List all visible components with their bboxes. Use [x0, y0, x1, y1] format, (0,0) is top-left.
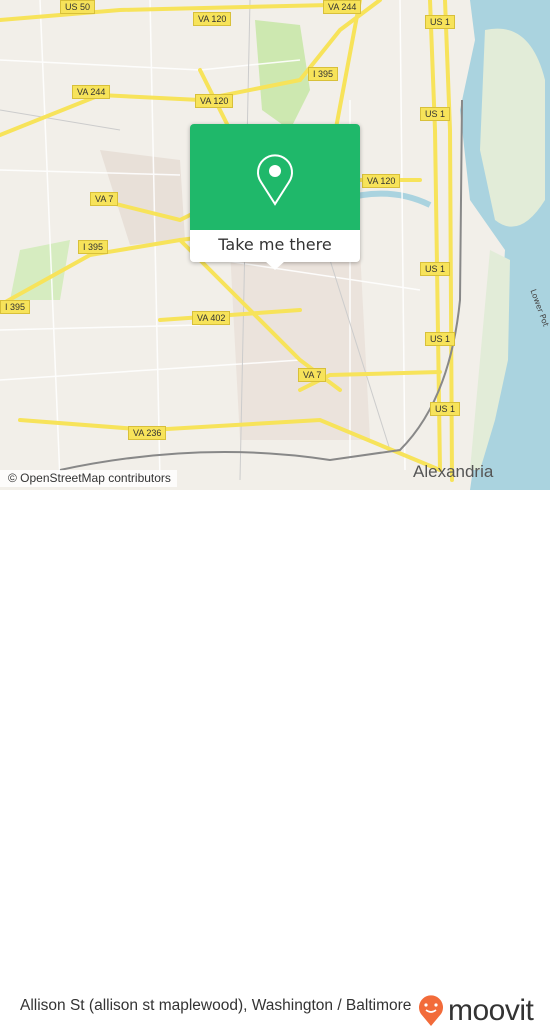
map-attribution[interactable]: © OpenStreetMap contributors: [0, 470, 177, 487]
route-shield: I 395: [0, 300, 31, 314]
route-shield: VA 244: [323, 0, 362, 14]
route-shield: VA 120: [362, 174, 401, 188]
map-pin-icon: [257, 154, 293, 206]
location-popup: Take me there: [190, 124, 360, 270]
place-name: Allison St (allison st maplewood), Washi…: [20, 997, 412, 1014]
route-shield: VA 7: [90, 192, 119, 206]
footer: Allison St (allison st maplewood), Washi…: [0, 490, 550, 1026]
route-shield: VA 120: [193, 12, 232, 26]
map[interactable]: US 50 VA 120 VA 244 US 1 VA 244 VA 120 I…: [0, 0, 550, 490]
route-shield: US 1: [425, 332, 456, 346]
route-shield: VA 7: [298, 368, 327, 382]
brand-name: moovit: [448, 994, 534, 1027]
popup-tail: [265, 261, 285, 270]
moovit-logo: moovit: [418, 994, 534, 1027]
route-shield: VA 120: [195, 94, 234, 108]
route-shield: US 1: [425, 15, 456, 29]
route-shield: US 1: [420, 107, 451, 121]
route-shield: VA 236: [128, 426, 167, 440]
route-shield: I 395: [308, 67, 339, 81]
route-shield: US 1: [430, 402, 461, 416]
take-me-there-button[interactable]: Take me there: [190, 230, 360, 262]
route-shield: VA 402: [192, 311, 231, 325]
route-shield: VA 244: [72, 85, 111, 99]
city-label: Alexandria: [413, 462, 494, 481]
route-shield: US 50: [60, 0, 96, 14]
moovit-pin-icon: [419, 995, 443, 1026]
route-shield: I 395: [78, 240, 109, 254]
popup-header: [190, 124, 360, 230]
route-shield: US 1: [420, 262, 451, 276]
